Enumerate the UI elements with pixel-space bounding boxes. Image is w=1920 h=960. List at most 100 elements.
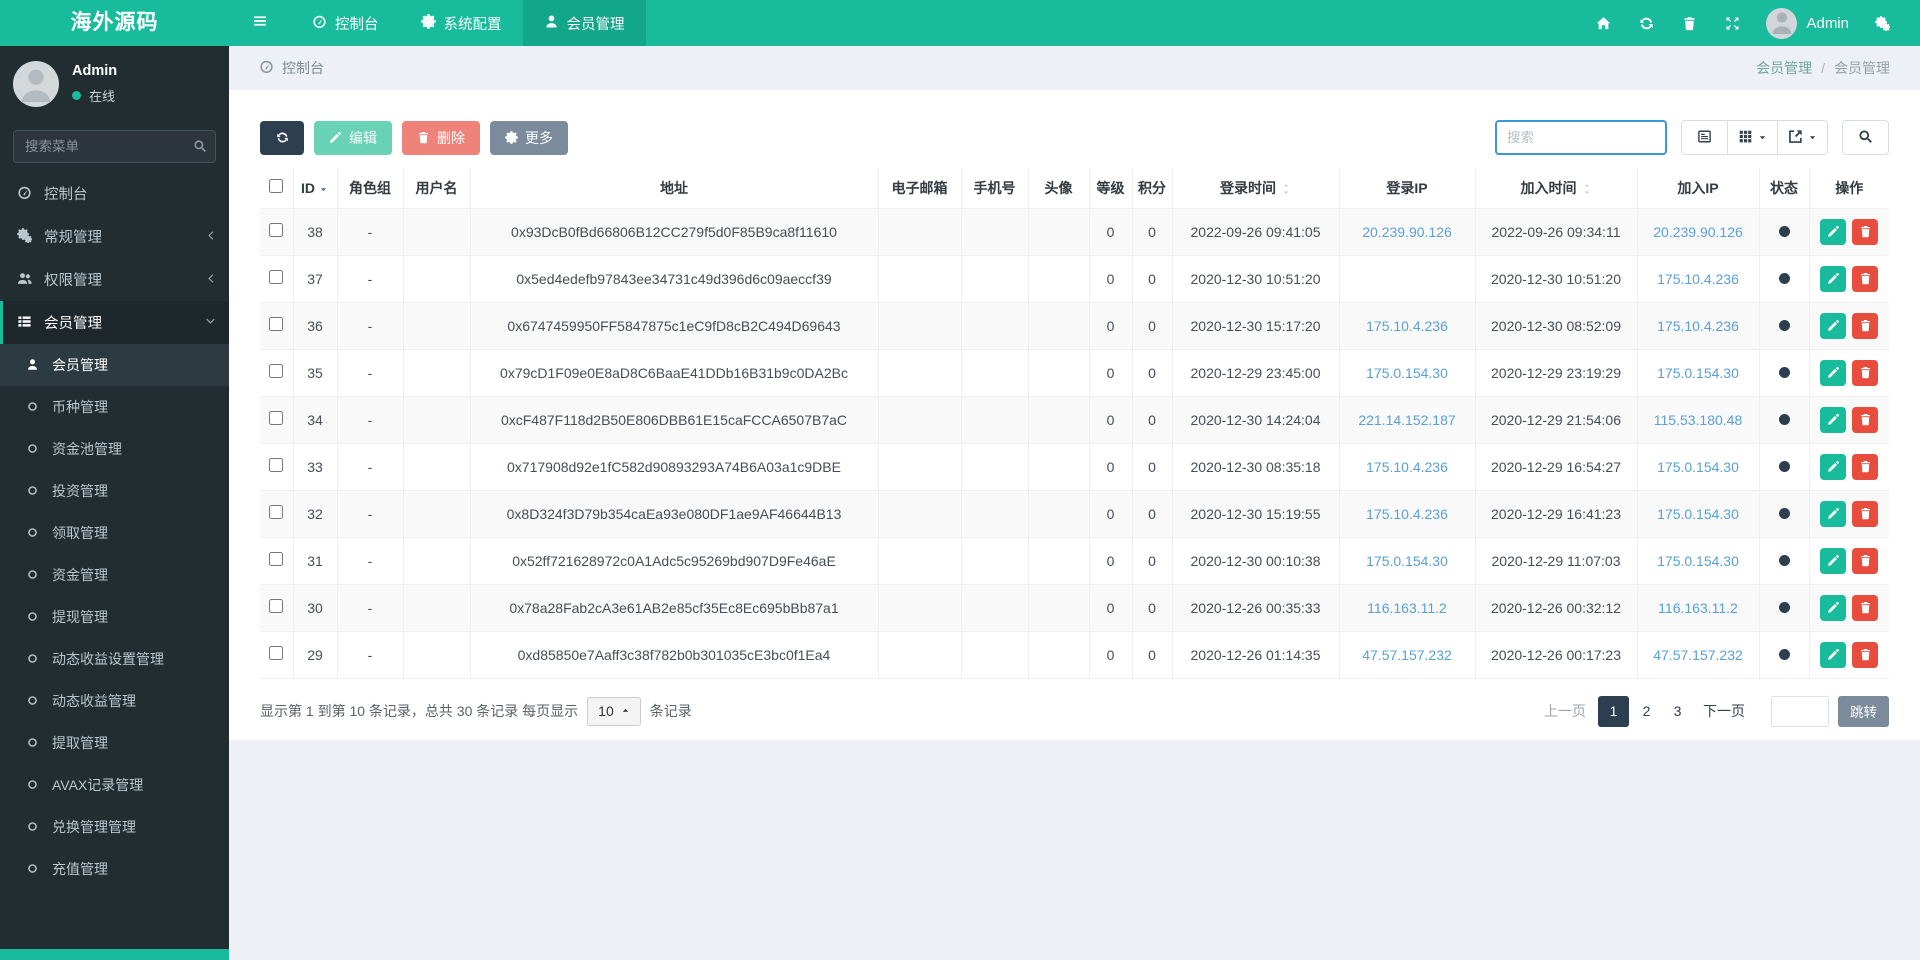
sidebar-item-控制台[interactable]: 控制台 — [0, 172, 229, 215]
refresh-button[interactable] — [260, 121, 304, 155]
sidebar-toggle-button[interactable] — [229, 0, 291, 46]
page-button-1[interactable]: 1 — [1598, 696, 1629, 727]
nav-item-系统配置[interactable]: 系统配置 — [400, 0, 523, 46]
join-ip-link[interactable]: 116.163.11.2 — [1658, 600, 1738, 616]
edit-row-button[interactable] — [1820, 360, 1846, 386]
sidebar-subitem-AVAX记录管理[interactable]: AVAX记录管理 — [0, 764, 229, 806]
delete-row-button[interactable] — [1852, 548, 1878, 574]
sidebar-subitem-领取管理[interactable]: 领取管理 — [0, 512, 229, 554]
join-ip-link[interactable]: 175.10.4.236 — [1657, 271, 1739, 287]
row-checkbox[interactable] — [269, 458, 283, 472]
login-ip-link[interactable]: 175.0.154.30 — [1366, 365, 1448, 381]
row-checkbox[interactable] — [269, 505, 283, 519]
home-icon[interactable] — [1582, 16, 1625, 31]
nav-item-控制台[interactable]: 控制台 — [291, 0, 400, 46]
search-button[interactable] — [1842, 120, 1889, 155]
join-ip-link[interactable]: 175.0.154.30 — [1657, 365, 1739, 381]
delete-row-button[interactable] — [1852, 642, 1878, 668]
edit-row-button[interactable] — [1820, 595, 1846, 621]
edit-row-button[interactable] — [1820, 454, 1846, 480]
menu-search-input[interactable] — [13, 130, 216, 163]
delete-row-button[interactable] — [1852, 313, 1878, 339]
login-ip-link[interactable]: 221.14.152.187 — [1358, 412, 1455, 428]
sidebar-subitem-投资管理[interactable]: 投资管理 — [0, 470, 229, 512]
delete-row-button[interactable] — [1852, 595, 1878, 621]
delete-row-button[interactable] — [1852, 360, 1878, 386]
delete-row-button[interactable] — [1852, 266, 1878, 292]
column-header-id[interactable]: ID — [293, 168, 337, 208]
nav-item-会员管理[interactable]: 会员管理 — [523, 0, 646, 46]
edit-row-button[interactable] — [1820, 266, 1846, 292]
sidebar-subitem-动态收益管理[interactable]: 动态收益管理 — [0, 680, 229, 722]
login-ip-link[interactable]: 47.57.157.232 — [1362, 647, 1452, 663]
jump-button[interactable]: 跳转 — [1838, 696, 1889, 727]
page-button-3[interactable]: 3 — [1664, 696, 1691, 727]
edit-row-button[interactable] — [1820, 501, 1846, 527]
row-checkbox[interactable] — [269, 317, 283, 331]
delete-button[interactable]: 删除 — [402, 121, 480, 155]
more-button[interactable]: 更多 — [490, 121, 568, 155]
delete-row-button[interactable] — [1852, 501, 1878, 527]
grid-columns-button[interactable] — [1728, 121, 1778, 154]
login-ip-link[interactable]: 20.239.90.126 — [1362, 224, 1452, 240]
settings-gears-icon[interactable] — [1861, 16, 1904, 31]
next-page-button[interactable]: 下一页 — [1691, 696, 1757, 727]
join-ip-link[interactable]: 175.10.4.236 — [1657, 318, 1739, 334]
profile-avatar[interactable] — [13, 61, 59, 107]
page-button-2[interactable]: 2 — [1633, 696, 1660, 727]
row-checkbox[interactable] — [269, 552, 283, 566]
login-ip-link[interactable]: 175.10.4.236 — [1366, 506, 1448, 522]
delete-row-button[interactable] — [1852, 407, 1878, 433]
join-ip-link[interactable]: 47.57.157.232 — [1653, 647, 1743, 663]
refresh-icon[interactable] — [1625, 16, 1668, 31]
row-checkbox[interactable] — [269, 411, 283, 425]
sidebar-subitem-提取管理[interactable]: 提取管理 — [0, 722, 229, 764]
column-header-join-time[interactable]: 加入时间 — [1475, 168, 1637, 208]
page-size-select[interactable]: 10 — [587, 697, 641, 726]
sidebar-item-常规管理[interactable]: 常规管理 — [0, 215, 229, 258]
sidebar-item-权限管理[interactable]: 权限管理 — [0, 258, 229, 301]
delete-row-button[interactable] — [1852, 454, 1878, 480]
join-ip-link[interactable]: 175.0.154.30 — [1657, 459, 1739, 475]
edit-row-button[interactable] — [1820, 642, 1846, 668]
breadcrumb-link[interactable]: 会员管理 — [1756, 58, 1812, 78]
row-checkbox[interactable] — [269, 599, 283, 613]
row-checkbox[interactable] — [269, 270, 283, 284]
jump-page-input[interactable] — [1771, 696, 1829, 727]
login-ip-link[interactable]: 116.163.11.2 — [1367, 600, 1447, 616]
column-header-login-time[interactable]: 登录时间 — [1172, 168, 1339, 208]
sidebar-subitem-兑换管理管理[interactable]: 兑换管理管理 — [0, 806, 229, 848]
join-ip-link[interactable]: 175.0.154.30 — [1657, 506, 1739, 522]
login-ip-link[interactable]: 175.10.4.236 — [1366, 318, 1448, 334]
sidebar-subitem-动态收益设置管理[interactable]: 动态收益设置管理 — [0, 638, 229, 680]
join-ip-link[interactable]: 20.239.90.126 — [1653, 224, 1743, 240]
delete-row-button[interactable] — [1852, 219, 1878, 245]
user-avatar[interactable] — [1766, 8, 1797, 39]
sidebar-subitem-充值管理[interactable]: 充值管理 — [0, 848, 229, 890]
select-all-checkbox[interactable] — [269, 179, 283, 193]
edit-row-button[interactable] — [1820, 548, 1846, 574]
edit-row-button[interactable] — [1820, 313, 1846, 339]
sidebar-item-会员管理[interactable]: 会员管理 — [0, 301, 229, 344]
sidebar-subitem-会员管理[interactable]: 会员管理 — [0, 344, 229, 386]
row-checkbox[interactable] — [269, 364, 283, 378]
sidebar-subitem-资金管理[interactable]: 资金管理 — [0, 554, 229, 596]
login-ip-link[interactable]: 175.0.154.30 — [1366, 553, 1448, 569]
table-search-input[interactable] — [1495, 120, 1667, 155]
row-checkbox[interactable] — [269, 646, 283, 660]
sidebar-subitem-资金池管理[interactable]: 资金池管理 — [0, 428, 229, 470]
sidebar-subitem-币种管理[interactable]: 币种管理 — [0, 386, 229, 428]
export-button[interactable] — [1778, 121, 1827, 154]
edit-row-button[interactable] — [1820, 219, 1846, 245]
edit-row-button[interactable] — [1820, 407, 1846, 433]
row-checkbox[interactable] — [269, 223, 283, 237]
detail-view-button[interactable] — [1682, 121, 1728, 154]
trash-icon[interactable] — [1668, 16, 1711, 31]
join-ip-link[interactable]: 115.53.180.48 — [1654, 412, 1743, 428]
edit-button[interactable]: 编辑 — [314, 121, 392, 155]
join-ip-link[interactable]: 175.0.154.30 — [1657, 553, 1739, 569]
login-ip-link[interactable]: 175.10.4.236 — [1366, 459, 1448, 475]
sidebar-subitem-提现管理[interactable]: 提现管理 — [0, 596, 229, 638]
expand-icon[interactable] — [1711, 16, 1754, 31]
prev-page-button[interactable]: 上一页 — [1532, 696, 1598, 727]
